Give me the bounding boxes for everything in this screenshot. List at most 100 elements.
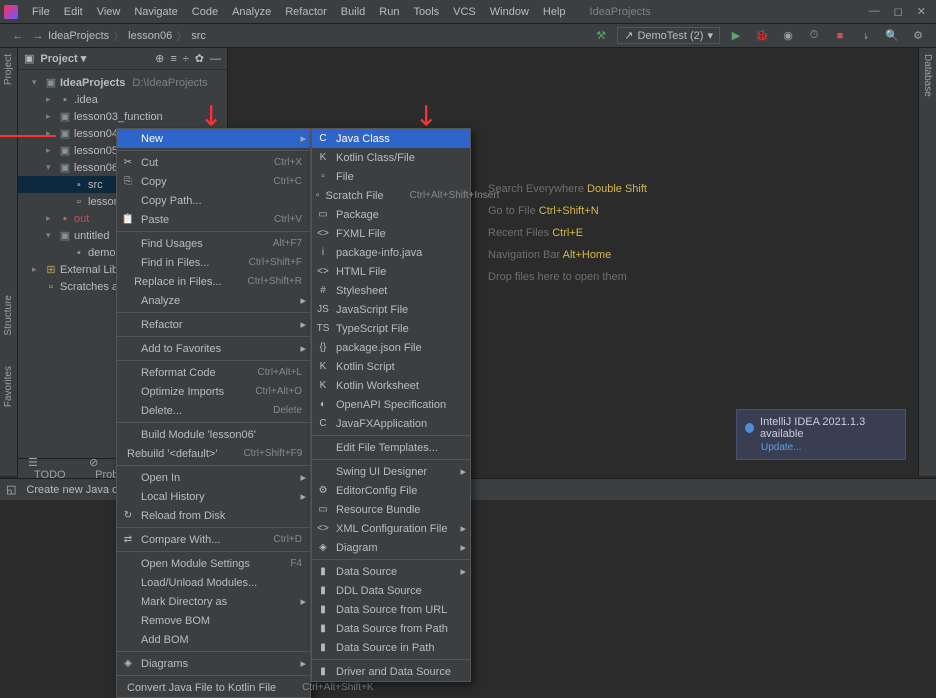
context-menu-item[interactable]: Mark Directory as▸ [117,592,310,611]
context-menu-item[interactable]: Refactor▸ [117,315,310,334]
tab-database[interactable]: Database [922,54,933,97]
hide-panel-icon[interactable]: — [210,53,221,65]
new-submenu-item[interactable]: ▮Data Source▸ [312,562,470,581]
context-menu-item[interactable]: Open In▸ [117,468,310,487]
settings-icon[interactable]: ⚙ [908,27,928,45]
menu-vcs[interactable]: VCS [447,4,482,20]
context-menu-item[interactable]: ↻Reload from Disk [117,506,310,525]
crumb-src[interactable]: src [191,30,206,42]
context-menu-item[interactable]: Optimize ImportsCtrl+Alt+O [117,382,310,401]
context-menu-item[interactable]: Delete...Delete [117,401,310,420]
context-menu-item[interactable]: Load/Unload Modules... [117,573,310,592]
menu-analyze[interactable]: Analyze [226,4,277,20]
new-submenu-item[interactable]: ▮Data Source from Path [312,619,470,638]
back-icon[interactable]: ← [8,27,28,45]
context-menu-item[interactable]: Remove BOM [117,611,310,630]
git-icon[interactable]: ⭏ [856,27,876,45]
menu-build[interactable]: Build [335,4,371,20]
menu-refactor[interactable]: Refactor [279,4,333,20]
run-config-selector[interactable]: ↗ DemoTest (2) ▾ [617,27,720,44]
new-submenu-item[interactable]: ipackage-info.java [312,243,470,262]
new-submenu-item[interactable]: #Stylesheet [312,281,470,300]
forward-icon[interactable]: → [28,27,48,45]
new-submenu-item[interactable]: <>HTML File [312,262,470,281]
new-submenu-item[interactable]: KKotlin Class/File [312,148,470,167]
context-menu-item[interactable]: ⇄Compare With...Ctrl+D [117,530,310,549]
new-submenu-item[interactable]: ▭Resource Bundle [312,500,470,519]
update-notification[interactable]: IntelliJ IDEA 2021.1.3 available Update.… [736,409,906,460]
profile-icon[interactable]: ⏱ [804,27,824,45]
menu-tools[interactable]: Tools [407,4,445,20]
crumb-root[interactable]: IdeaProjects [48,30,109,42]
new-submenu-item[interactable]: Edit File Templates... [312,438,470,457]
tree-idea[interactable]: ▸▪.idea [18,91,227,108]
menu-view[interactable]: View [91,4,127,20]
context-menu-item[interactable]: Local History▸ [117,487,310,506]
new-submenu-item[interactable]: ▭Package [312,205,470,224]
minimize-icon[interactable]: — [869,5,880,18]
new-submenu-item[interactable]: <>FXML File [312,224,470,243]
context-menu-item[interactable]: ⎘CopyCtrl+C [117,172,310,191]
new-submenu-item[interactable]: ▮DDL Data Source [312,581,470,600]
collapse-all-icon[interactable]: ÷ [183,53,189,65]
tab-structure[interactable]: Structure [3,295,14,336]
context-menu-item[interactable]: Rebuild '<default>'Ctrl+Shift+F9 [117,444,310,463]
maximize-icon[interactable]: ◻ [894,5,903,18]
menu-run[interactable]: Run [373,4,405,20]
context-menu-item[interactable]: 📋PasteCtrl+V [117,210,310,229]
new-submenu-item[interactable]: CJavaFXApplication [312,414,470,433]
select-opened-icon[interactable]: ⊕ [155,52,164,65]
new-submenu-item[interactable]: KKotlin Worksheet [312,376,470,395]
close-icon[interactable]: ✕ [917,5,926,18]
context-menu-item[interactable]: Analyze▸ [117,291,310,310]
menu-code[interactable]: Code [186,4,224,20]
build-icon[interactable]: ⚒ [591,27,611,45]
search-icon[interactable]: 🔍 [882,27,902,45]
run-icon[interactable]: ▶ [726,27,746,45]
expand-all-icon[interactable]: ≡ [170,53,176,65]
context-menu-item[interactable]: New▸ [117,129,310,148]
debug-icon[interactable]: 🐞 [752,27,772,45]
menu-file[interactable]: File [26,4,56,20]
new-submenu-item[interactable]: JSJavaScript File [312,300,470,319]
new-submenu-item[interactable]: TSTypeScript File [312,319,470,338]
context-menu-item[interactable]: ◈Diagrams▸ [117,654,310,673]
new-submenu-item[interactable]: ▮Driver and Data Source [312,662,470,681]
menu-help[interactable]: Help [537,4,572,20]
new-submenu-item[interactable]: KKotlin Script [312,357,470,376]
new-submenu-item[interactable]: ◈Diagram▸ [312,538,470,557]
new-submenu-item[interactable]: ▮Data Source in Path [312,638,470,657]
status-tool-window-icon[interactable]: ◱ [6,483,16,496]
tree-root[interactable]: ▾▣IdeaProjectsD:\IdeaProjects [18,74,227,91]
panel-settings-icon[interactable]: ✿ [195,52,204,65]
update-link[interactable]: Update... [761,442,897,453]
stop-icon[interactable]: ■ [830,27,850,45]
context-menu-item[interactable]: Reformat CodeCtrl+Alt+L [117,363,310,382]
context-menu-item[interactable]: Convert Java File to Kotlin FileCtrl+Alt… [117,678,310,697]
tab-project[interactable]: Project [3,54,14,85]
new-submenu-item[interactable]: Swing UI Designer▸ [312,462,470,481]
menu-window[interactable]: Window [484,4,535,20]
new-submenu-item[interactable]: ◐OpenAPI Specification [312,395,470,414]
context-menu-item[interactable]: Find in Files...Ctrl+Shift+F [117,253,310,272]
new-submenu-item[interactable]: {}package.json File [312,338,470,357]
menu-edit[interactable]: Edit [58,4,89,20]
project-panel-title[interactable]: Project ▾ [40,52,86,65]
new-submenu-item[interactable]: ▫Scratch FileCtrl+Alt+Shift+Insert [312,186,470,205]
context-menu-item[interactable]: Open Module SettingsF4 [117,554,310,573]
context-menu-item[interactable]: Add BOM [117,630,310,649]
new-submenu-item[interactable]: ▫File [312,167,470,186]
tab-favorites[interactable]: Favorites [3,366,14,407]
context-menu-item[interactable]: ✂CutCtrl+X [117,153,310,172]
context-menu-item[interactable]: Replace in Files...Ctrl+Shift+R [117,272,310,291]
coverage-icon[interactable]: ◉ [778,27,798,45]
new-submenu-item[interactable]: CJava Class [312,129,470,148]
tree-l03[interactable]: ▸▣lesson03_function [18,108,227,125]
menu-navigate[interactable]: Navigate [128,4,183,20]
context-menu-item[interactable]: Build Module 'lesson06' [117,425,310,444]
context-menu-item[interactable]: Find UsagesAlt+F7 [117,234,310,253]
new-submenu-item[interactable]: ⚙EditorConfig File [312,481,470,500]
context-menu-item[interactable]: Copy Path... [117,191,310,210]
crumb-module[interactable]: lesson06 [128,30,172,42]
new-submenu-item[interactable]: <>XML Configuration File▸ [312,519,470,538]
